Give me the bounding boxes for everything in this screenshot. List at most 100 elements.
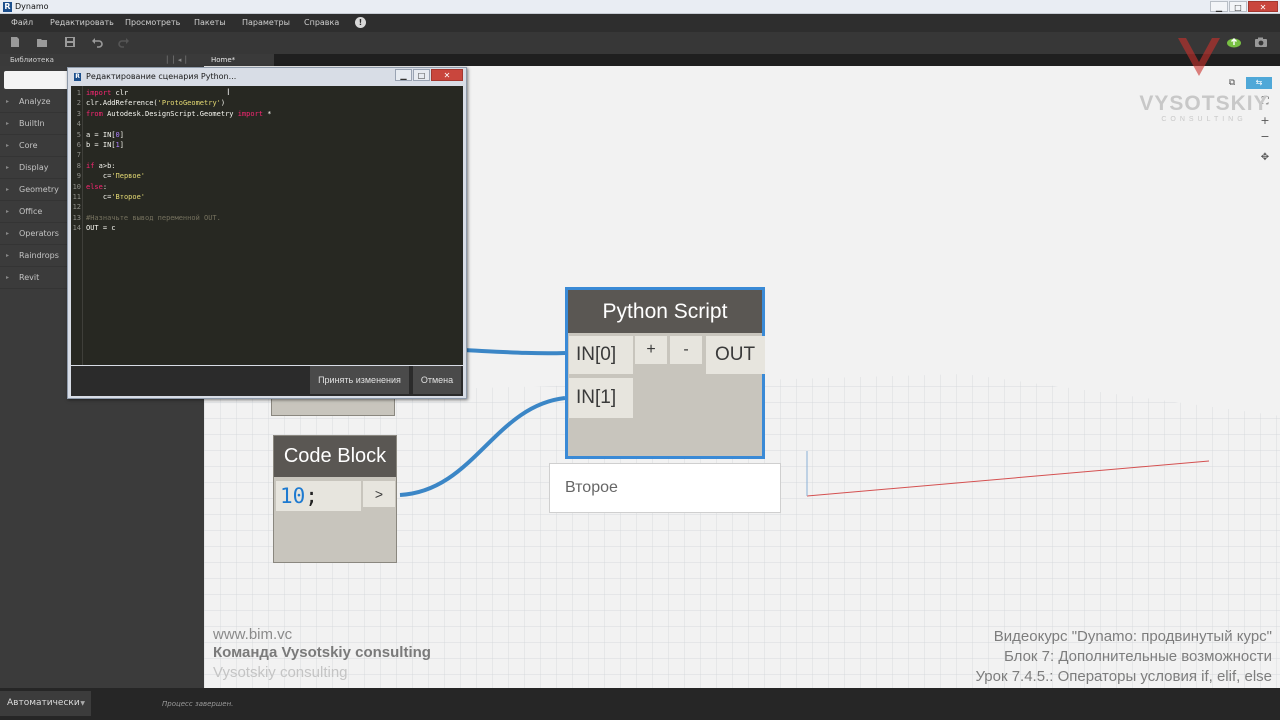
line-number: 2 [76, 99, 81, 108]
line-code: OUT = c [86, 223, 116, 233]
menu-bar: Файл Редактировать Просмотреть Пакеты Па… [0, 14, 1280, 32]
code-line: 10 else: [71, 182, 461, 192]
dialog-footer: Принять изменения Отмена [71, 366, 463, 396]
close-button[interactable]: ✕ [1248, 1, 1278, 12]
menu-view[interactable]: Просмотреть [125, 14, 180, 32]
pan-icon[interactable]: ✥ [1259, 152, 1271, 164]
code-semicolon: ; [305, 484, 318, 508]
code-block-title: Code Block [274, 436, 396, 477]
library-collapse-icon[interactable]: │ │ ◂ │ [165, 54, 204, 66]
run-mode-dropdown[interactable]: Автоматически ▼ [0, 691, 91, 716]
code-number: 10 [280, 484, 306, 508]
dialog-maximize-button[interactable]: □ [413, 69, 430, 81]
line-code: clr.AddReference('ProtoGeometry') [86, 98, 225, 108]
python-editor-dialog[interactable]: R Редактирование сценария Python... ▁ □ … [67, 67, 467, 399]
code-line: 6 b = IN[1] [71, 140, 461, 150]
line-code: c='Второе' [86, 192, 145, 202]
status-bar: Автоматически ▼ Процесс завершен. [0, 688, 1280, 720]
code-block-output-port[interactable]: > [363, 481, 395, 507]
maximize-button[interactable]: □ [1229, 1, 1247, 12]
chevron-right-icon: ▸ [6, 274, 10, 281]
code-block-node[interactable]: Code Block 10; > [273, 435, 397, 563]
remove-input-button[interactable]: - [670, 336, 702, 364]
line-code: import clr [86, 88, 128, 98]
code-line: 8 if a>b: [71, 161, 461, 171]
line-code: b = IN[1] [86, 140, 124, 150]
cancel-button[interactable]: Отмена [413, 366, 461, 394]
code-token: else [86, 182, 103, 191]
line-number: 14 [72, 224, 81, 233]
code-line: 3 from Autodesk.DesignScript.Geometry imp… [71, 109, 461, 119]
zoom-out-icon[interactable]: − [1259, 131, 1271, 143]
line-number: 10 [72, 182, 81, 191]
line-code: from Autodesk.DesignScript.Geometry impo… [86, 109, 271, 119]
line-code: c='Первое' [86, 171, 145, 181]
code-line: 1 import clr [71, 88, 461, 98]
code-token: a>b: [94, 161, 116, 170]
add-input-button[interactable]: + [635, 336, 667, 364]
menu-settings[interactable]: Параметры [242, 14, 290, 32]
chevron-right-icon: ▸ [6, 98, 10, 105]
chevron-down-icon: ▼ [80, 700, 85, 707]
save-icon[interactable] [64, 36, 76, 48]
course-lesson: Урок 7.4.5.: Операторы условия if, elif,… [975, 668, 1272, 685]
line-number: 13 [72, 213, 81, 222]
menu-edit[interactable]: Редактировать [50, 14, 114, 32]
python-script-node[interactable]: Python Script IN[0] + - OUT IN[1] [565, 287, 765, 459]
undo-icon[interactable] [91, 36, 103, 48]
library-item-label: Raindrops [19, 251, 59, 260]
line-number: 5 [76, 130, 81, 139]
camera-icon[interactable] [1254, 36, 1268, 48]
course-title: Видеокурс "Dynamo: продвинутый курс" [993, 628, 1272, 645]
output-port-out[interactable]: OUT [706, 336, 765, 374]
chevron-right-icon: ▸ [6, 186, 10, 193]
code-token: 'ProtoGeometry' [157, 99, 221, 108]
graph-view-icon[interactable]: ⧉ [1225, 77, 1239, 89]
code-token: c= [86, 172, 112, 181]
open-file-icon[interactable] [36, 36, 48, 48]
accept-changes-button[interactable]: Принять изменения [310, 366, 409, 394]
run-mode-label: Автоматически [7, 698, 80, 708]
line-code: #Назначьте вывод переменной OUT. [86, 213, 221, 223]
library-item-label: BuiltIn [19, 119, 45, 128]
dialog-minimize-button[interactable]: ▁ [395, 69, 412, 81]
geometry-view-icon[interactable]: ⇆ [1246, 77, 1272, 89]
code-token: ) [220, 99, 226, 108]
python-node-title: Python Script [568, 290, 762, 333]
code-token: ] [119, 130, 124, 139]
new-file-icon[interactable] [9, 36, 21, 48]
code-token: clr [111, 89, 129, 97]
menu-file[interactable]: Файл [11, 14, 33, 32]
minimize-button[interactable]: ▁ [1210, 1, 1228, 12]
code-token: Autodesk.DesignScript.Geometry [102, 109, 238, 118]
code-line: 13 #Назначьте вывод переменной OUT. [71, 213, 461, 223]
code-token: import [86, 89, 112, 97]
line-number: 11 [72, 193, 81, 201]
library-item-label: Core [19, 141, 38, 150]
chevron-right-icon: ▸ [6, 208, 10, 215]
library-item-label: Geometry [19, 185, 59, 194]
code-token: ] [119, 141, 124, 149]
line-number: 6 [76, 141, 81, 149]
tab-home[interactable]: Home* [204, 54, 274, 66]
line-code: else: [86, 182, 107, 192]
redo-icon[interactable] [118, 36, 130, 48]
input-port-in0[interactable]: IN[0] [569, 336, 633, 374]
code-token: : [102, 182, 108, 191]
line-number: 9 [76, 172, 81, 181]
code-line: 4 [71, 119, 461, 129]
library-item-label: Office [19, 207, 43, 216]
menu-help[interactable]: Справка [304, 14, 339, 32]
code-token: c= [86, 193, 112, 201]
dialog-close-button[interactable]: ✕ [431, 69, 463, 81]
chevron-right-icon: ▸ [6, 120, 10, 127]
course-block: Блок 7: Дополнительные возможности [1003, 648, 1272, 665]
input-port-in1[interactable]: IN[1] [569, 378, 633, 418]
notification-icon[interactable]: ! [355, 17, 366, 28]
menu-packages[interactable]: Пакеты [194, 14, 226, 32]
node-preview-bubble: Второе [549, 463, 781, 513]
cloud-upload-icon[interactable] [1226, 36, 1242, 48]
line-number: 8 [76, 161, 81, 170]
python-code-editor[interactable]: I 1 import clr 2 clr.AddReference('ProtoGeo… [71, 86, 463, 365]
code-block-editor[interactable]: 10; [276, 481, 361, 511]
